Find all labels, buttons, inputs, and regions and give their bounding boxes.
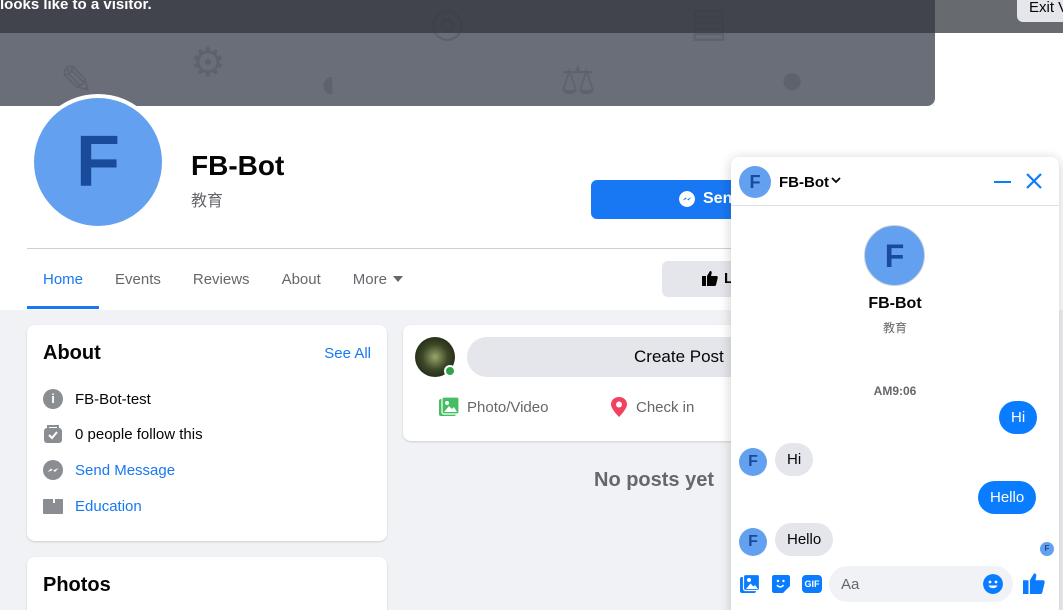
send-message-link[interactable]: Send Message [75,462,175,479]
about-item-description: i FB-Bot-test [43,387,151,411]
page-tabs: Home Events Reviews About More [27,262,419,309]
messenger-icon [43,460,63,480]
messenger-icon [679,191,695,207]
chat-window: F FB-Bot F FB-Bot 教育 AM9:06 Hi F Hi Hell… [731,157,1059,610]
tab-label: Reviews [192,271,250,288]
about-item-send-message[interactable]: Send Message [43,458,175,482]
create-post-button[interactable]: Create Post [467,337,743,377]
cover-pattern-icon: ◐ [320,62,345,106]
check-in-button[interactable]: Check in [610,397,694,417]
visitor-preview-text: looks like to a visitor. [0,0,152,13]
page-avatar-letter: F [34,98,162,226]
tab-about[interactable]: About [266,262,337,309]
location-pin-icon [611,397,627,417]
thumbs-up-icon[interactable] [1023,572,1045,594]
about-item-text: FB-Bot-test [75,390,151,408]
exit-visitor-view-button[interactable]: Exit V [1017,0,1063,22]
photos-title: Photos [43,574,111,596]
sticker-icon[interactable] [771,574,791,594]
tab-reviews[interactable]: Reviews [177,262,266,309]
about-item-education[interactable]: Education [43,494,142,518]
message-bubble-sent: Hi [999,401,1038,434]
about-card: About See All i FB-Bot-test 0 people fol… [27,325,387,541]
chat-profile-name: FB-Bot [868,295,922,312]
tab-events[interactable]: Events [99,262,177,309]
photo-icon[interactable] [740,574,760,594]
chat-profile-avatar[interactable]: F [864,225,925,286]
emoji-icon[interactable] [983,574,1003,594]
header-background [935,33,1063,106]
header-divider [27,248,737,249]
chat-avatar[interactable]: F [739,166,771,198]
create-post-card: Create Post Photo/Video Check in [403,325,743,441]
photo-video-label: Photo/Video [467,398,549,416]
tab-label: About [281,271,321,288]
follow-icon [44,425,62,443]
seen-avatar-icon: F [1040,542,1054,556]
tab-label: Events [115,271,161,288]
chat-profile-category: 教育 [882,321,907,335]
photo-video-button[interactable]: Photo/Video [439,397,548,417]
chat-header: F FB-Bot [731,157,1059,206]
message-avatar: F [739,528,767,556]
page-category: 教育 [191,193,224,210]
check-in-label: Check in [636,398,695,416]
cover-pattern-icon: ⚙ [190,41,226,85]
send-message-label: Sen [703,190,733,207]
chevron-down-icon[interactable] [831,175,841,185]
cover-pattern-icon: ● [780,58,805,102]
message-bubble-sent: Hello [978,481,1037,514]
about-title: About [43,342,101,364]
thumbs-up-icon [702,271,718,286]
tab-home[interactable]: Home [27,262,100,309]
message-bubble-received: Hi [775,443,814,476]
photo-icon [439,397,459,416]
education-link[interactable]: Education [75,498,142,515]
tab-label: Home [43,271,84,288]
about-item-followers: 0 people follow this [43,422,203,446]
page-avatar[interactable]: F [30,94,166,230]
message-bubble-received: Hello [775,523,834,556]
close-icon[interactable] [1025,172,1043,190]
chat-contact-name[interactable]: FB-Bot [779,174,829,191]
visitor-preview-bar: looks like to a visitor. Exit V [0,0,1063,33]
minimize-chat-button[interactable] [994,181,1011,183]
tab-more[interactable]: More [337,262,419,309]
cover-pattern-icon: ⚖ [560,59,596,103]
page-title: FB-Bot [191,150,285,181]
empty-feed-text: No posts yet [594,469,715,491]
chat-timestamp: AM9:06 [873,384,917,398]
see-all-link[interactable]: See All [324,345,371,362]
caret-down-icon [392,276,403,282]
online-status-icon [444,365,456,377]
message-avatar: F [739,448,767,476]
info-icon: i [43,389,63,409]
briefcase-icon [43,499,63,514]
like-page-button[interactable]: L [662,261,742,297]
about-item-text: 0 people follow this [75,425,203,443]
gif-icon[interactable]: GIF [802,575,822,593]
tab-label: More [352,271,387,288]
photos-card: Photos [27,557,387,610]
